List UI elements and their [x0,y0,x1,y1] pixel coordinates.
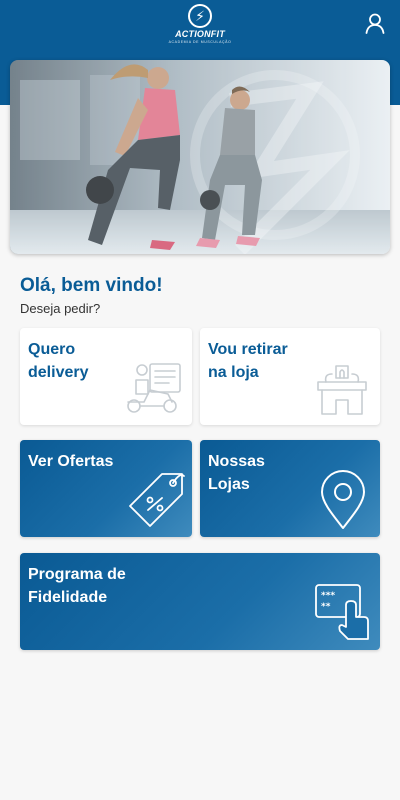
loyalty-card-icon: *** ** [315,584,369,640]
order-question: Deseja pedir? [20,301,101,316]
app-logo: ⚡ ACTIONFIT ACADEMIA DE MUSCULAÇÃO [0,4,400,44]
svg-text:***: *** [321,591,335,601]
fitness-photo [10,60,390,254]
logo-subtext: ACADEMIA DE MUSCULAÇÃO [168,40,232,44]
store-pickup-option-card[interactable]: Vou retirar na loja [200,328,380,425]
user-icon [365,13,385,34]
location-pin-icon [321,470,365,529]
our-stores-option-label: Nossas Lojas [208,453,265,493]
svg-text:**: ** [321,602,331,612]
loyalty-program-option-card[interactable]: Programa de Fidelidade *** ** [20,553,380,650]
our-stores-option-card[interactable]: Nossas Lojas [200,440,380,537]
lightning-icon: ⚡ [188,4,212,28]
delivery-option-label: Quero delivery [28,341,89,381]
hero-banner [10,60,390,254]
offers-option-label: Ver Ofertas [28,453,114,470]
delivery-option-card[interactable]: Quero delivery [20,328,192,425]
logo-text: ACTIONFIT [175,29,225,39]
discount-tag-icon [129,473,185,527]
loyalty-program-option-label: Programa de Fidelidade [28,566,126,606]
welcome-title: Olá, bem vindo! [20,275,163,296]
store-pickup-icon [317,365,367,415]
offers-option-card[interactable]: Ver Ofertas [20,440,192,537]
store-pickup-option-label: Vou retirar na loja [208,341,288,381]
profile-button[interactable] [364,12,386,34]
delivery-scooter-icon [127,363,181,413]
